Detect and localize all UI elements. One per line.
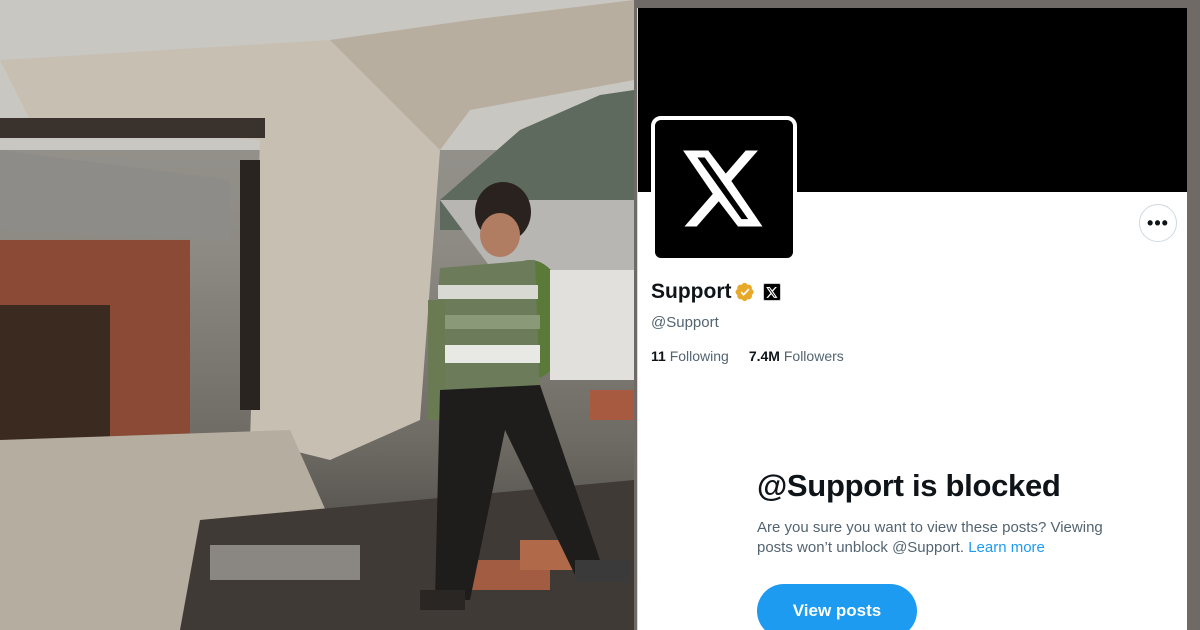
view-posts-button[interactable]: View posts xyxy=(757,584,917,630)
blocked-notice: @Support is blocked Are you sure you wan… xyxy=(757,468,1177,558)
blocked-message-text: Are you sure you want to view these post… xyxy=(757,519,1103,556)
profile-screenshot: ••• Support @Support 11 Following 7.4M F… xyxy=(634,0,1200,630)
profile-avatar[interactable] xyxy=(651,116,797,262)
blocked-message: Are you sure you want to view these post… xyxy=(757,518,1137,558)
profile-stats: 11 Following 7.4M Followers xyxy=(651,348,844,364)
x-logo-icon xyxy=(766,286,778,298)
news-photo xyxy=(0,0,634,630)
profile-handle: @Support xyxy=(651,314,719,331)
following-label: Following xyxy=(669,348,729,364)
verified-badge-icon[interactable] xyxy=(735,282,755,302)
followers-count: 7.4M xyxy=(748,348,780,364)
affiliate-badge[interactable] xyxy=(763,283,782,301)
learn-more-link[interactable]: Learn more xyxy=(968,539,1045,556)
profile-card: ••• Support @Support 11 Following 7.4M F… xyxy=(637,8,1187,630)
x-logo-icon xyxy=(683,150,763,227)
following-link[interactable]: 11 Following xyxy=(651,348,729,364)
blocked-title: @Support is blocked xyxy=(757,468,1061,503)
photo-scene xyxy=(0,0,634,630)
display-name: Support xyxy=(651,280,732,303)
following-count: 11 xyxy=(651,348,666,364)
profile-name-row: Support xyxy=(651,280,782,304)
more-options-button[interactable]: ••• xyxy=(1139,204,1177,242)
followers-link[interactable]: 7.4M Followers xyxy=(749,348,844,364)
more-horizontal-icon: ••• xyxy=(1147,212,1169,233)
followers-label: Followers xyxy=(783,348,844,364)
